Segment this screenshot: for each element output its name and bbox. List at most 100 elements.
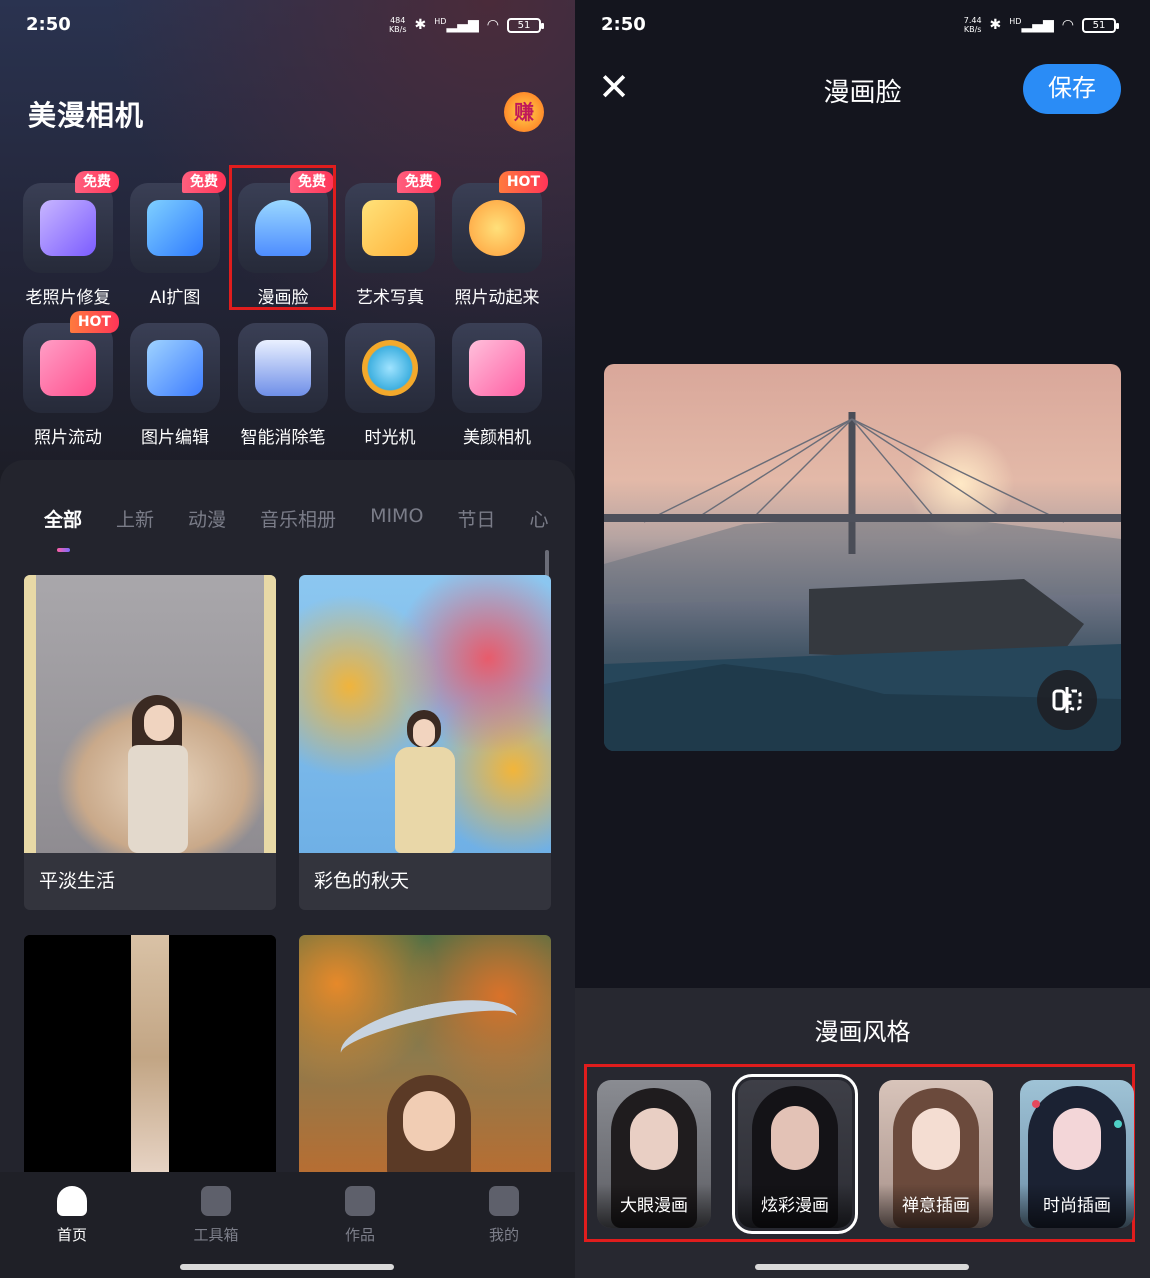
hd-label: HD [434,17,447,26]
template-thumbnail [299,575,551,853]
style-option-fashion[interactable]: 时尚插画 [1020,1080,1134,1228]
status-time: 2:50 [26,14,71,35]
template-thumbnail [24,575,276,853]
bluetooth-icon: ✱ [414,17,427,33]
tool-art-portrait[interactable]: 免费艺术写真 [336,171,444,308]
net-speed-unit: KB/s [963,25,982,34]
nav-label: 首页 [56,1226,87,1244]
bottom-navigation: 首页 工具箱 作品 我的 [0,1172,575,1278]
earn-badge-button[interactable]: 赚 [504,92,544,132]
style-option-colorful[interactable]: 炫彩漫画 [732,1074,858,1234]
tool-flow-wave[interactable]: HOT 照片流动 [14,311,122,448]
tool-camera[interactable]: 美颜相机 [443,323,551,448]
status-time: 2:50 [601,14,646,35]
bluetooth-icon: ✱ [989,17,1002,33]
nav-profile[interactable]: 我的 [459,1186,549,1245]
compare-toggle-button[interactable] [1037,670,1097,730]
nav-label: 我的 [488,1226,519,1244]
home-indicator [180,1264,394,1270]
tool-label: 照片流动 [34,428,102,448]
save-button[interactable]: 保存 [1023,64,1121,114]
nav-label: 作品 [344,1226,375,1244]
tool-label: 美颜相机 [463,428,531,448]
photo-restore-icon [40,200,96,256]
category-tabs: 全部 上新 动漫 音乐相册 MIMO 节日 心 [44,505,575,532]
tool-tag-badge: 免费 [75,171,119,193]
tool-label: 老照片修复 [25,288,111,308]
status-icons: 484 KB/s ✱ HD▂▄▆ ◠ 51 [389,16,544,34]
tab-2[interactable]: 动漫 [188,505,226,532]
tool-icon-box [345,323,435,413]
nav-works[interactable]: 作品 [315,1186,405,1245]
style-label: 大眼漫画 [597,1184,711,1228]
tab-1[interactable]: 上新 [116,505,154,532]
tab-4[interactable]: MIMO [370,505,423,532]
tab-indicator [57,548,70,552]
tool-animated-face[interactable]: HOT 照片动起来 [443,171,551,308]
stopwatch-icon [362,340,418,396]
tab-0[interactable]: 全部 [44,505,82,532]
signal-icon: HD▂▄▆ [434,17,479,33]
status-bar: 2:50 7.44 KB/s ✱ HD▂▄▆ ◠ 51 [601,12,1119,42]
expand-image-icon [147,200,203,256]
style-option-zen[interactable]: 禅意插画 [879,1080,993,1228]
eraser-icon [255,340,311,396]
net-speed-value: 7.44 [963,16,982,25]
tool-icon-box [238,323,328,413]
art-portrait-icon [362,200,418,256]
tool-expand-image[interactable]: 免费 AI扩图 [121,171,229,308]
comic-face-screen: 2:50 7.44 KB/s ✱ HD▂▄▆ ◠ 51 ✕ 漫画脸 保存 漫画风… [575,0,1150,1278]
works-icon [345,1186,375,1216]
flow-wave-icon [40,340,96,396]
style-label: 炫彩漫画 [738,1184,852,1228]
panel-title: 漫画风格 [814,1018,911,1046]
net-speed-unit: KB/s [388,25,407,34]
template-card[interactable] [24,935,276,1180]
highlight-frame [229,165,336,310]
tool-icon-box [130,323,220,413]
app-title: 美漫相机 [28,99,145,132]
template-feed: 全部 上新 动漫 音乐相册 MIMO 节日 心 平淡生活 彩色的秋天 [0,460,575,1180]
battery-icon: 51 [507,17,544,33]
net-speed-value: 484 [390,16,406,25]
style-option-big-eye[interactable]: 大眼漫画 [597,1080,711,1228]
battery-icon: 51 [1082,17,1119,33]
tool-icon-box: HOT [452,171,548,273]
tool-stopwatch[interactable]: 时光机 [336,323,444,448]
tool-icon-box: 免费 [130,171,226,273]
home-indicator [755,1264,969,1270]
tool-icon-box: 免费 [23,171,119,273]
tab-6[interactable]: 心 [529,505,548,532]
template-card[interactable]: 彩色的秋天 [299,575,551,910]
tool-eraser[interactable]: 智能消除笔 [229,323,337,448]
tool-label: 智能消除笔 [240,428,326,448]
compare-icon [1052,687,1082,713]
template-thumbnail [299,935,551,1180]
animated-face-icon [469,200,525,256]
tool-label: 图片编辑 [141,428,209,448]
tool-icon-box [452,323,542,413]
wifi-icon: ◠ [486,17,499,33]
tool-tag-badge: HOT [498,171,548,193]
tool-tag-badge: 免费 [397,171,441,193]
tool-photo-restore[interactable]: 免费老照片修复 [14,171,122,308]
template-caption: 平淡生活 [39,870,116,892]
nav-label: 工具箱 [193,1226,239,1244]
tab-5[interactable]: 节日 [457,505,495,532]
net-speed: 7.44 KB/s [964,16,982,34]
wifi-icon: ◠ [1061,17,1074,33]
tool-label: 时光机 [364,428,416,448]
nav-home[interactable]: 首页 [27,1186,117,1245]
template-thumbnail [24,935,276,1180]
tool-tag-badge: 免费 [182,171,226,193]
tab-3[interactable]: 音乐相册 [260,505,336,532]
tool-icon-box: HOT [23,311,119,413]
template-card[interactable]: 平淡生活 [24,575,276,910]
tool-label: 艺术写真 [356,288,424,308]
home-icon [57,1186,87,1216]
net-speed: 484 KB/s [389,16,407,34]
template-card[interactable] [299,935,551,1180]
tool-edit-pencil[interactable]: 图片编辑 [121,323,229,448]
profile-icon [489,1186,519,1216]
nav-toolbox[interactable]: 工具箱 [171,1186,261,1245]
